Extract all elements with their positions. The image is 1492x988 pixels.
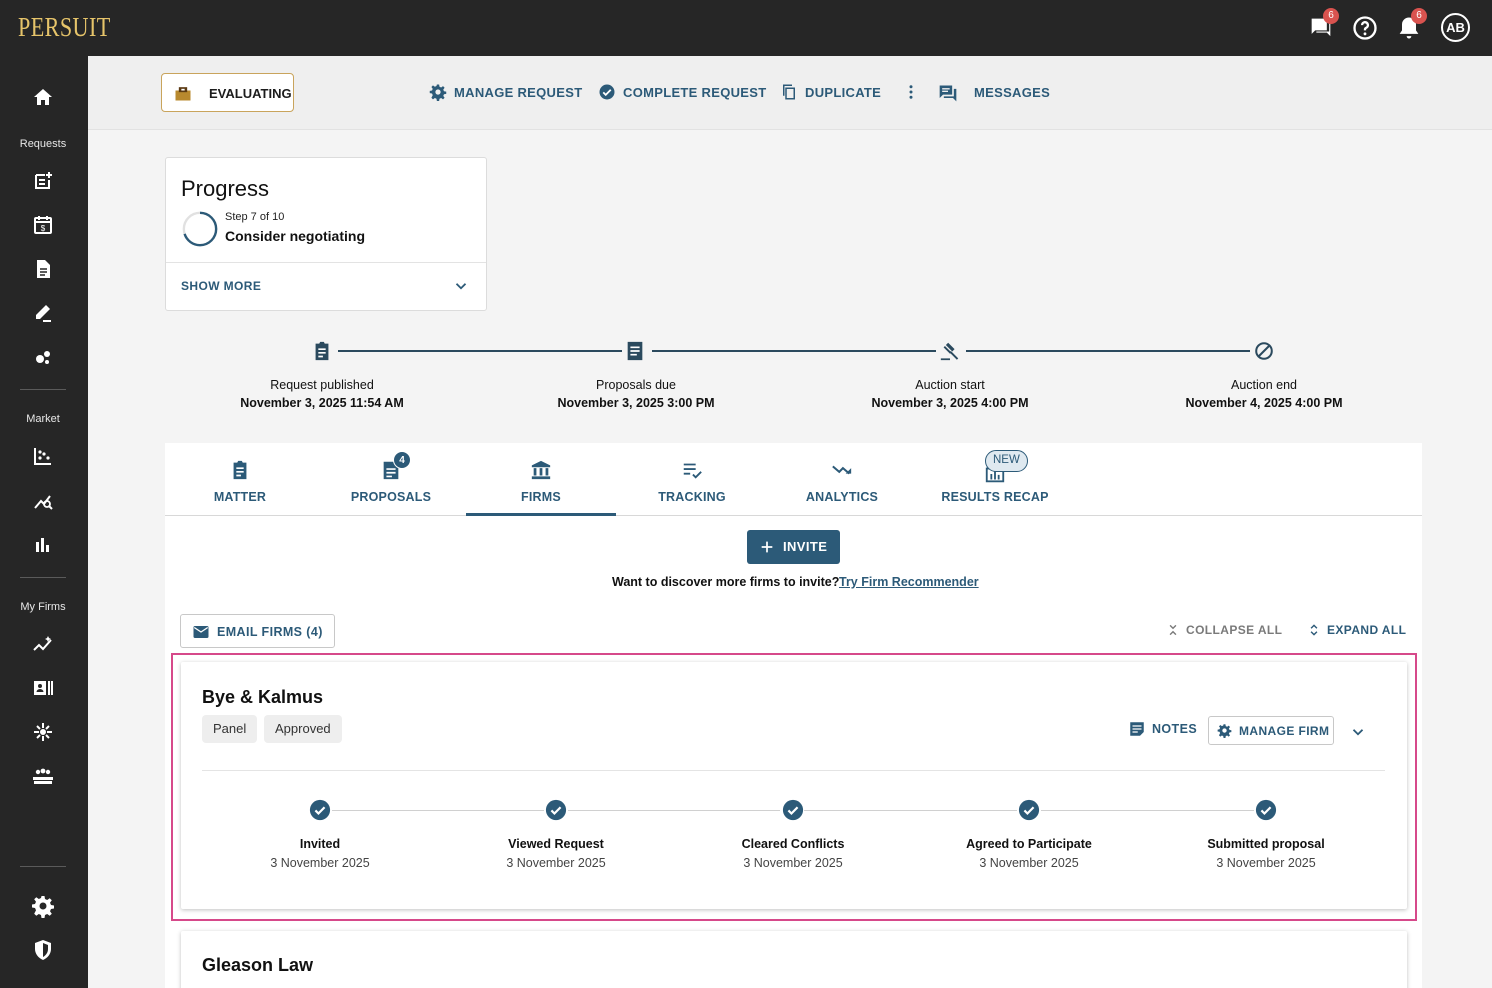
status-label: EVALUATING (209, 86, 292, 101)
new-request-icon[interactable] (31, 169, 55, 193)
evaluating-icon (175, 87, 191, 101)
timeline-connector (652, 350, 936, 352)
calendar-dollar-icon[interactable]: $ (31, 213, 55, 237)
collapse-all-label: COLLAPSE ALL (1186, 623, 1283, 637)
firm-group-icon[interactable] (31, 764, 55, 788)
timeline-date-auction-end: November 4, 2025 4:00 PM (1185, 396, 1343, 410)
expand-all-label: EXPAND ALL (1327, 623, 1407, 637)
user-avatar[interactable]: AB (1441, 13, 1470, 42)
notifications-badge: 6 (1411, 8, 1427, 24)
tab-firms[interactable]: FIRMS (466, 443, 616, 516)
tab-matter[interactable]: MATTER (165, 443, 315, 516)
trending-icon (832, 465, 852, 475)
status-chip[interactable]: EVALUATING (161, 73, 294, 112)
document-icon (627, 341, 643, 361)
tab-analytics-label: ANALYTICS (805, 490, 879, 504)
collapse-all-button[interactable]: COLLAPSE ALL (1166, 623, 1282, 637)
persuit-logo[interactable]: PERSUIT (18, 12, 111, 43)
pen-icon[interactable] (31, 301, 55, 325)
security-shield-icon[interactable] (31, 938, 55, 962)
tab-results-recap-label: RESULTS RECAP (941, 490, 1049, 504)
invite-button[interactable]: INVITE (747, 530, 840, 564)
scatter-plot-icon[interactable] (31, 444, 55, 468)
email-firms-label: EMAIL FIRMS (4) (217, 625, 323, 639)
timeline-date-published: November 3, 2025 11:54 AM (240, 396, 404, 410)
discover-firms-text: Want to discover more firms to invite? (612, 575, 840, 589)
clipboard-icon (233, 460, 247, 480)
timeline-connector (338, 350, 622, 352)
firm-directory-icon[interactable] (31, 676, 55, 700)
new-badge: NEW (985, 450, 1028, 472)
more-vertical-icon (909, 85, 913, 99)
envelope-icon (193, 626, 209, 638)
messages-label: MESSAGES (974, 85, 1051, 100)
sidebar-section-requests: Requests (19, 138, 67, 150)
timeline-label-auction-start: Auction start (915, 378, 985, 392)
sidebar-divider (20, 577, 66, 578)
proposals-count-badge: 4 (393, 451, 411, 469)
collapse-icon (1169, 624, 1177, 636)
timeline-connector (966, 350, 1250, 352)
timeline-label-proposals-due: Proposals due (596, 378, 676, 392)
checklist-icon (683, 463, 702, 479)
firm-card[interactable]: Gleason Law (181, 931, 1407, 988)
tab-proposals[interactable]: 4 PROPOSALS (316, 443, 466, 516)
progress-step-count: Step 7 of 10 (225, 211, 285, 223)
gear-icon (429, 84, 447, 101)
tab-tracking[interactable]: TRACKING (617, 443, 767, 516)
duplicate-label: DUPLICATE (805, 85, 882, 100)
gavel-icon (940, 342, 959, 361)
selected-firm-highlight (171, 653, 1417, 921)
tab-analytics[interactable]: ANALYTICS (767, 443, 917, 516)
sidebar-section-market: Market (26, 413, 60, 425)
email-firms-button[interactable]: EMAIL FIRMS (4) (180, 614, 335, 648)
document-icon[interactable] (31, 257, 55, 281)
tab-firms-label: FIRMS (521, 490, 561, 504)
chevron-down-icon[interactable] (452, 277, 470, 295)
timeline-date-proposals-due: November 3, 2025 3:00 PM (557, 396, 715, 410)
invite-label: INVITE (783, 539, 828, 554)
tab-tracking-label: TRACKING (658, 490, 726, 504)
chat-icon (939, 85, 957, 102)
sidebar-divider (20, 389, 66, 390)
timeline-label-auction-end: Auction end (1230, 378, 1298, 392)
progress-ring (182, 211, 218, 247)
card-divider (166, 262, 486, 263)
timeline-date-auction-start: November 3, 2025 4:00 PM (871, 396, 1029, 410)
top-bar: PERSUIT 6 6 AB (0, 0, 1492, 56)
messages-badge: 6 (1323, 8, 1339, 24)
sidebar: Requests $ Market My Firms (0, 56, 88, 988)
plus-icon (761, 541, 773, 553)
clipboard-icon (315, 341, 329, 361)
progress-title: Progress (181, 176, 270, 201)
tab-results-recap[interactable]: NEW RESULTS RECAP (920, 443, 1070, 516)
home-icon[interactable] (31, 85, 55, 109)
progress-card: Progress Step 7 of 10 Consider negotiati… (165, 157, 487, 311)
bank-building-icon (531, 460, 551, 480)
show-more-button[interactable]: SHOW MORE (181, 279, 261, 293)
bubble-chart-icon[interactable] (31, 345, 55, 369)
market-search-icon[interactable] (31, 488, 55, 512)
firm-network-icon[interactable] (31, 720, 55, 744)
firm-insights-icon[interactable] (31, 633, 55, 657)
firm-name[interactable]: Gleason Law (202, 955, 313, 976)
sidebar-section-my-firms: My Firms (20, 601, 66, 613)
complete-request-label: COMPLETE REQUEST (623, 85, 767, 100)
svg-text:$: $ (41, 224, 46, 233)
progress-step-name: Consider negotiating (225, 228, 365, 244)
sidebar-divider (20, 866, 66, 867)
copy-icon (783, 84, 795, 100)
help-icon[interactable] (1351, 14, 1379, 42)
bar-chart-icon[interactable] (31, 532, 55, 556)
tab-proposals-label: PROPOSALS (350, 490, 432, 504)
settings-icon[interactable] (31, 894, 55, 918)
manage-request-label: MANAGE REQUEST (454, 85, 583, 100)
tab-matter-label: MATTER (213, 490, 267, 504)
expand-all-button[interactable]: EXPAND ALL (1307, 623, 1406, 637)
firm-recommender-link[interactable]: Try Firm Recommender (839, 575, 979, 589)
check-circle-icon (599, 84, 615, 100)
blocked-icon (1255, 342, 1273, 360)
timeline-label-published: Request published (270, 378, 374, 392)
expand-icon (1310, 624, 1318, 636)
